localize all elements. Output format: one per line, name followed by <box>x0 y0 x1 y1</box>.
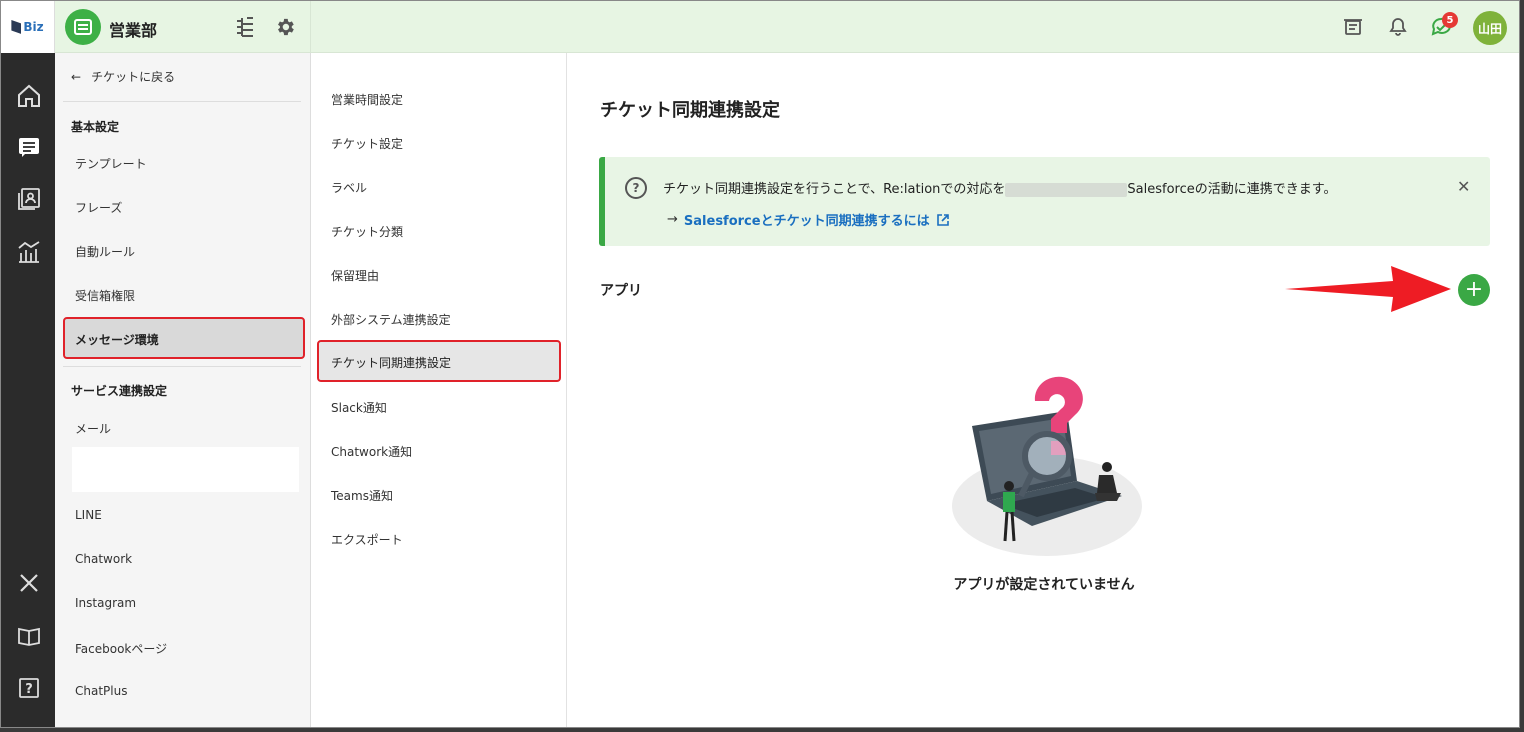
add-app-button[interactable]: + <box>1458 274 1490 306</box>
nav-item-line[interactable]: LINE <box>75 508 102 522</box>
notice-text-part2: Salesforceの活動に連携できます。 <box>1127 182 1337 197</box>
nav-item-message-environment[interactable]: メッセージ環境 <box>63 317 305 359</box>
empty-state-illustration <box>952 376 1142 556</box>
external-link-icon <box>936 213 949 226</box>
department-name[interactable]: 営業部 <box>109 17 157 41</box>
org-tree-icon[interactable] <box>233 15 257 39</box>
top-header: Biz 営業部 5 山田 <box>1 1 1519 53</box>
department-switcher: 営業部 <box>55 1 311 53</box>
sub-nav-item-slack[interactable]: Slack通知 <box>331 399 387 416</box>
sub-nav-item-hold-reason[interactable]: 保留理由 <box>331 267 379 284</box>
sub-nav-item-ticket-category[interactable]: チケット分類 <box>331 223 403 240</box>
close-icon[interactable]: ✕ <box>1457 177 1470 196</box>
help-icon[interactable]: ? <box>16 675 42 701</box>
empty-state-message: アプリが設定されていません <box>567 574 1519 594</box>
ticket-icon[interactable] <box>16 134 42 160</box>
back-to-tickets-label: チケットに戻る <box>91 70 176 84</box>
sub-nav-item-teams[interactable]: Teams通知 <box>331 487 393 504</box>
sub-nav-item-external-system[interactable]: 外部システム連携設定 <box>331 311 451 328</box>
nav-item-mail[interactable]: メール <box>75 420 111 437</box>
analytics-icon[interactable] <box>16 238 42 264</box>
redacted-text <box>1005 182 1128 197</box>
sub-nav-item-export[interactable]: エクスポート <box>331 531 403 548</box>
logo-icon <box>11 20 22 34</box>
question-icon: ? <box>625 177 647 199</box>
back-to-tickets-link[interactable]: ← チケットに戻る <box>71 68 175 85</box>
nav-item-instagram[interactable]: Instagram <box>75 596 136 610</box>
sub-nav-item-business-hours[interactable]: 営業時間設定 <box>331 91 403 108</box>
tools-icon[interactable] <box>16 570 42 596</box>
sub-nav-item-ticket-settings[interactable]: チケット設定 <box>331 135 403 152</box>
sub-nav-item-label[interactable]: ラベル <box>331 179 367 196</box>
app-window: Biz 営業部 5 山田 ? ← チケットに戻る 基本設定 テンプレート フレー… <box>0 0 1520 728</box>
section-heading-service: サービス連携設定 <box>71 384 168 398</box>
section-heading-basic: 基本設定 <box>71 120 120 134</box>
notice-text-part1: チケット同期連携設定を行うことで、Re:lationでの対応を <box>663 182 1006 197</box>
manual-book-icon[interactable] <box>16 623 42 649</box>
announcement-icon[interactable] <box>1341 15 1365 39</box>
sub-nav-item-chatwork[interactable]: Chatwork通知 <box>331 443 412 460</box>
redacted-item <box>72 447 299 492</box>
empty-state-message-label: アプリが設定されていません <box>953 577 1135 593</box>
sub-settings-nav: 営業時間設定 チケット設定 ラベル チケット分類 保留理由 外部システム連携設定… <box>311 53 567 727</box>
nav-item-template[interactable]: テンプレート <box>75 155 147 172</box>
nav-item-phrase[interactable]: フレーズ <box>75 199 122 216</box>
salesforce-help-link-label: Salesforceとチケット同期連携するには <box>683 214 930 229</box>
notice-text: チケット同期連携設定を行うことで、Re:lationでの対応を Salesforc… <box>663 178 1336 197</box>
nav-item-inbox-permission[interactable]: 受信箱権限 <box>75 287 135 304</box>
nav-item-message-environment-label: メッセージ環境 <box>75 333 159 347</box>
apps-heading: アプリ <box>600 283 642 299</box>
sub-nav-item-ticket-sync-label: チケット同期連携設定 <box>331 356 452 370</box>
left-rail: ? <box>1 53 55 727</box>
page-title: チケット同期連携設定 <box>600 100 780 121</box>
nav-item-chatplus[interactable]: ChatPlus <box>75 684 127 698</box>
divider <box>63 101 301 102</box>
main-content: チケット同期連携設定 ? チケット同期連携設定を行うことで、Re:lationで… <box>567 53 1519 727</box>
nav-item-chatwork[interactable]: Chatwork <box>75 552 132 566</box>
svg-text:?: ? <box>25 682 33 697</box>
settings-nav: ← チケットに戻る 基本設定 テンプレート フレーズ 自動ルール 受信箱権限 メ… <box>55 53 311 727</box>
contacts-icon[interactable] <box>16 186 42 212</box>
sub-nav-item-ticket-sync[interactable]: チケット同期連携設定 <box>317 340 561 382</box>
gear-icon[interactable] <box>273 15 297 39</box>
arrow-left-icon: ← <box>71 69 82 84</box>
arrow-right-icon: → <box>667 212 678 227</box>
nav-item-auto-rule[interactable]: 自動ルール <box>75 243 135 260</box>
salesforce-help-link[interactable]: → Salesforceとチケット同期連携するには <box>667 210 950 229</box>
info-notice: ? チケット同期連携設定を行うことで、Re:lationでの対応を Salesfo… <box>599 157 1490 246</box>
logo-text: Biz <box>23 20 44 34</box>
home-icon[interactable] <box>16 83 42 109</box>
bell-icon[interactable] <box>1386 15 1410 39</box>
divider <box>63 366 301 367</box>
avatar[interactable]: 山田 <box>1473 11 1507 45</box>
annotation-arrow <box>1285 266 1451 312</box>
department-icon[interactable] <box>65 9 101 45</box>
nav-item-facebook[interactable]: Facebookページ <box>75 640 167 657</box>
notification-badge: 5 <box>1442 12 1458 28</box>
app-logo[interactable]: Biz <box>1 1 55 53</box>
